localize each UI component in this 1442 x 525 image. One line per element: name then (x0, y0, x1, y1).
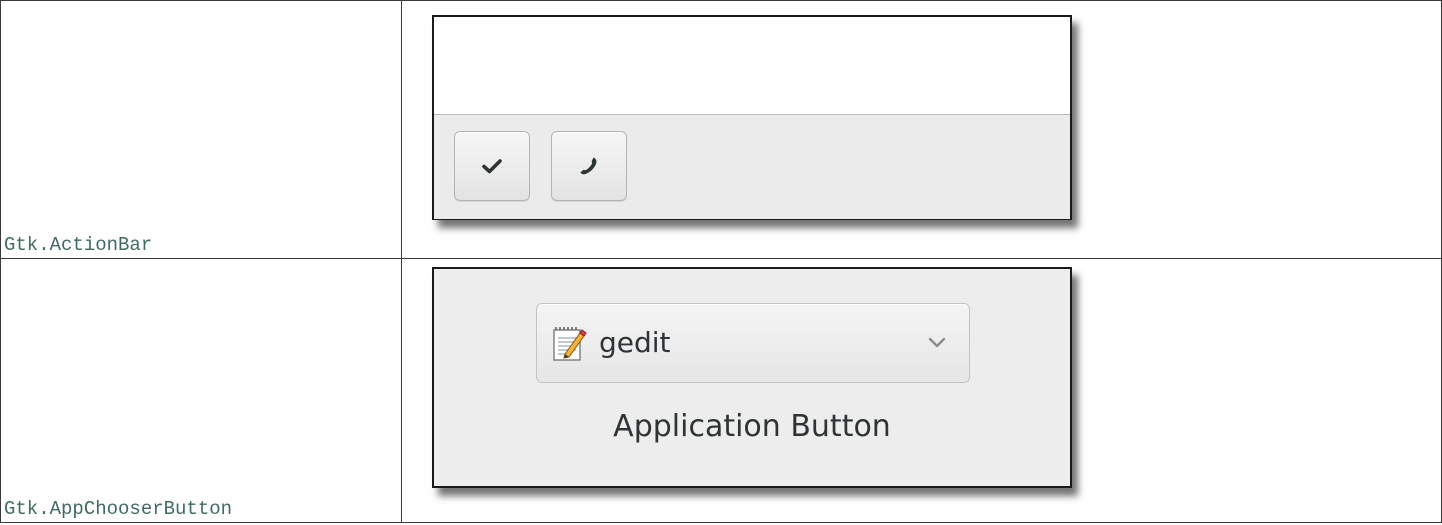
app-button-caption: Application Button (613, 409, 891, 444)
phone-icon (580, 157, 597, 175)
widget-class-name: Gtk.AppChooserButton (4, 498, 233, 520)
app-name-label: gedit (599, 326, 671, 359)
table-row: Gtk.ActionBar (0, 0, 1442, 259)
widget-name-cell: Gtk.ActionBar (0, 0, 402, 259)
widget-class-name: Gtk.ActionBar (4, 234, 153, 256)
widget-name-cell: Gtk.AppChooserButton (0, 258, 402, 523)
gedit-app-icon (553, 327, 587, 361)
checkmark-button[interactable] (454, 131, 530, 201)
widget-preview-cell: gedit Application Button (401, 258, 1442, 523)
action-bar-window (432, 15, 1072, 220)
app-chooser-button[interactable]: gedit (536, 303, 970, 383)
table-row: Gtk.AppChooserButton gedit Application B… (0, 258, 1442, 523)
phone-button[interactable] (551, 131, 627, 201)
widget-preview-cell (401, 0, 1442, 259)
app-chooser-window: gedit Application Button (432, 267, 1072, 488)
window-content-area (434, 17, 1070, 115)
action-bar (434, 115, 1070, 219)
widget-gallery-table: Gtk.ActionBar Gtk.AppChooserButton gedit… (0, 0, 1442, 523)
chevron-down-icon (928, 337, 946, 348)
checkmark-icon (482, 159, 502, 174)
